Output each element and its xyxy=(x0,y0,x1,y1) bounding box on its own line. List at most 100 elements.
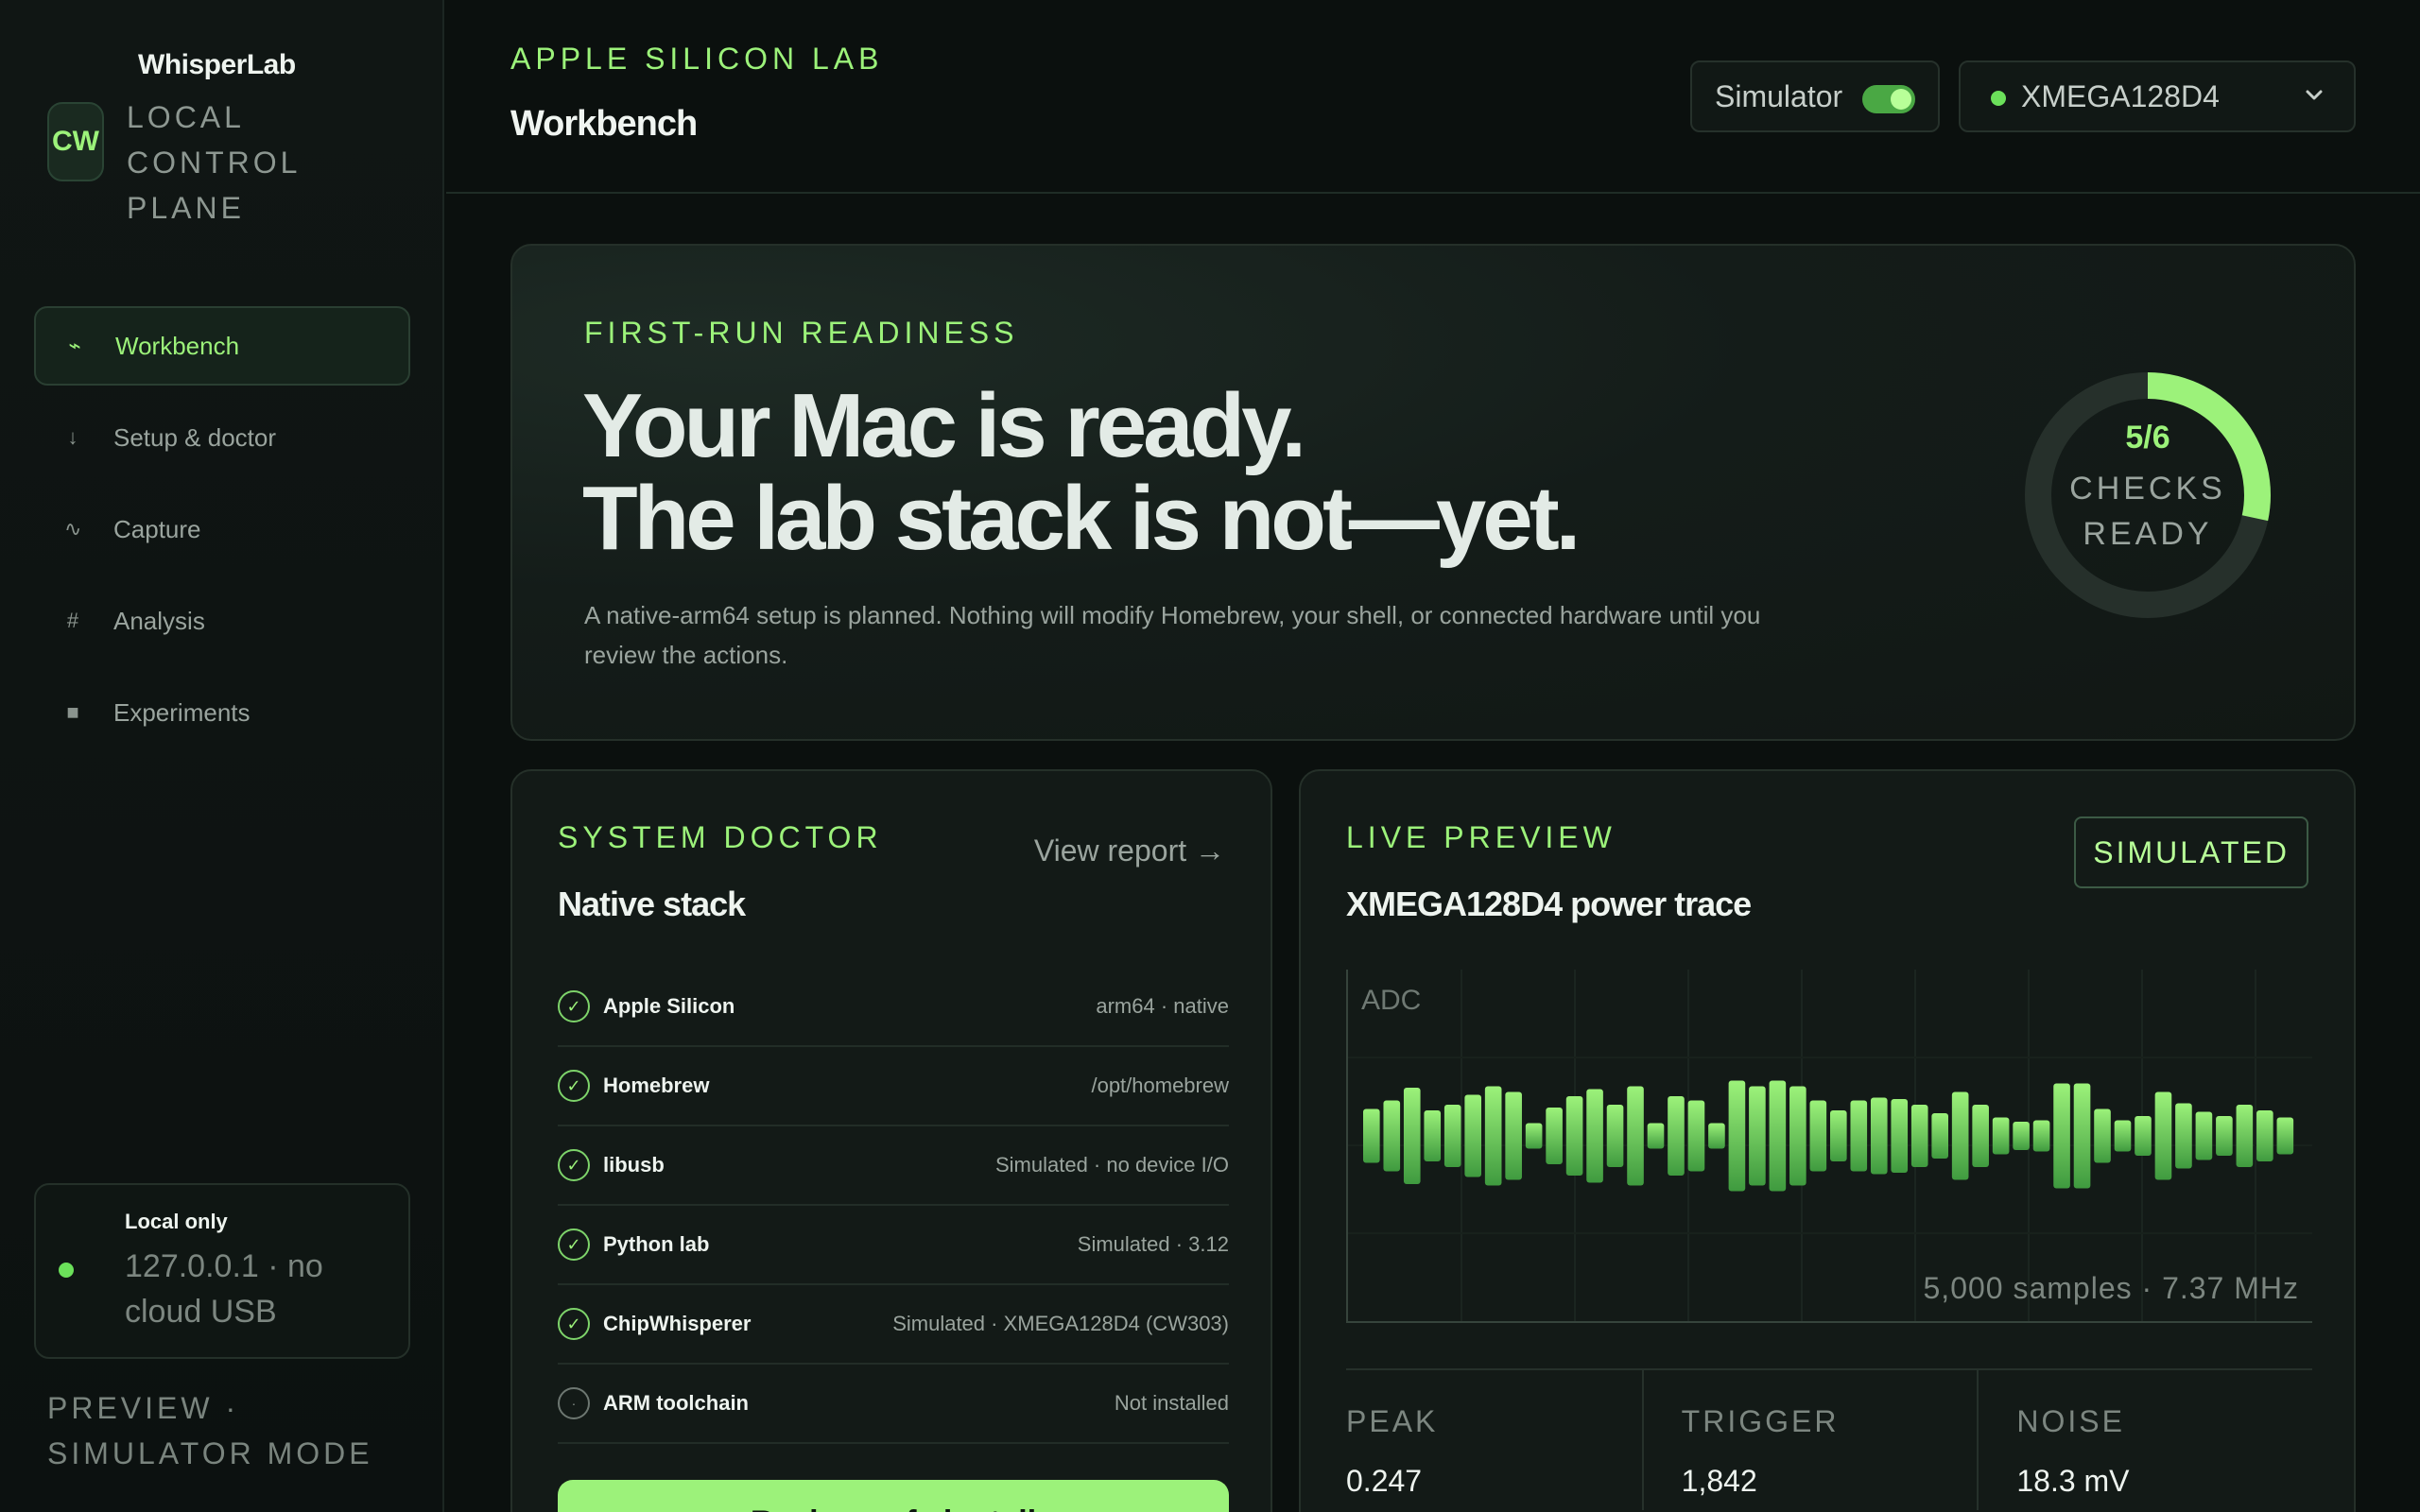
hero-title-line2: The lab stack is not—yet. xyxy=(582,468,1581,569)
brand-logo: CW xyxy=(47,102,104,181)
trace-bar xyxy=(1931,1113,1949,1159)
device-select-value: XMEGA128D4 xyxy=(2021,78,2220,113)
check-row: ✓ libusb Simulated · no device I/O xyxy=(558,1126,1229,1206)
trace-bar xyxy=(1627,1086,1644,1186)
preview-mode-label: PREVIEW · SIMULATOR MODE xyxy=(47,1391,373,1470)
trace-bar xyxy=(1910,1105,1928,1167)
trace-bar xyxy=(1972,1105,1989,1167)
stat-trigger: TRIGGER 1,842 xyxy=(1644,1370,1979,1510)
check-circle-icon: ✓ xyxy=(558,1070,590,1102)
trace-bar xyxy=(1809,1100,1827,1172)
trace-bar xyxy=(1484,1086,1502,1186)
review-install-button[interactable]: Review safe install xyxy=(558,1480,1229,1512)
stat-label: PEAK xyxy=(1346,1404,1439,1438)
trace-bar xyxy=(1443,1105,1461,1167)
trace-bar xyxy=(1830,1110,1847,1161)
local-status-box: Local only 127.0.0.1 · no cloud USB xyxy=(34,1183,410,1359)
doctor-checks: ✓ Apple Silicon arm64 · native ✓ Homebre… xyxy=(558,968,1229,1444)
trace-bar xyxy=(1870,1097,1888,1175)
trace-bar xyxy=(1789,1086,1806,1186)
stat-label: TRIGGER xyxy=(1681,1404,1840,1438)
sidebar-item-label: Analysis xyxy=(113,606,205,635)
check-circle-icon: ✓ xyxy=(558,990,590,1022)
trace-bar xyxy=(1769,1080,1787,1192)
simulator-toggle[interactable]: Simulator xyxy=(1690,60,1940,132)
trace-bar xyxy=(2114,1120,2132,1152)
page-title: Workbench xyxy=(510,104,698,144)
system-doctor-card: SYSTEM DOCTOR View report → Native stack… xyxy=(510,769,1272,1512)
trace-bar xyxy=(1525,1123,1543,1149)
stat-label: NOISE xyxy=(2016,1404,2125,1438)
trace-bar xyxy=(1363,1108,1380,1163)
power-trace: ADC 5,000 samples · 7.37 MHz xyxy=(1346,970,2312,1323)
check-circle-icon: ✓ xyxy=(558,1228,590,1261)
hero-eyebrow: FIRST-RUN READINESS xyxy=(584,316,1019,350)
download-icon: ↓ xyxy=(67,425,78,449)
brand-text: WhisperLab LOCAL CONTROL PLANE xyxy=(127,49,316,231)
check-circle-icon: ✓ xyxy=(558,1308,590,1340)
trace-bar xyxy=(1951,1091,1969,1180)
trace-bar xyxy=(2073,1083,2091,1189)
sidebar-item-analysis[interactable]: # Analysis xyxy=(34,581,410,661)
stat-peak: PEAK 0.247 xyxy=(1346,1370,1644,1510)
trace-bar xyxy=(1668,1096,1685,1176)
trace-bar xyxy=(2175,1103,2192,1169)
check-name: ChipWhisperer xyxy=(603,1312,752,1335)
simulated-badge: SIMULATED xyxy=(2074,816,2308,888)
brand: CW WhisperLab LOCAL CONTROL PLANE xyxy=(47,49,316,231)
hero-description: A native-arm64 setup is planned. Nothing… xyxy=(584,601,1761,669)
check-row: ✓ Python lab Simulated · 3.12 xyxy=(558,1206,1229,1285)
check-value: Not installed xyxy=(1114,1391,1229,1415)
trace-bar xyxy=(1687,1100,1705,1172)
trace-bar xyxy=(2094,1108,2111,1163)
sidebar-item-capture[interactable]: ∿ Capture xyxy=(34,490,410,569)
trace-bar xyxy=(1565,1096,1583,1176)
stat-value: 18.3 mV xyxy=(2016,1464,2130,1498)
trace-axis-label: ADC xyxy=(1361,985,1422,1016)
trace-bar xyxy=(1424,1110,1442,1161)
header-eyebrow: APPLE SILICON LAB xyxy=(510,42,884,76)
local-detail: 127.0.0.1 · no cloud USB xyxy=(125,1248,323,1330)
sidebar-item-experiments[interactable]: ■ Experiments xyxy=(34,673,410,752)
trace-bar xyxy=(1546,1108,1563,1164)
trace-stats: PEAK 0.247 TRIGGER 1,842 NOISE 18.3 mV xyxy=(1346,1368,2312,1510)
trace-bar xyxy=(1383,1100,1401,1172)
check-name: Python lab xyxy=(603,1232,710,1256)
trace-bar xyxy=(2195,1111,2213,1160)
trace-bar xyxy=(1728,1080,1746,1192)
wave-icon: ∿ xyxy=(64,517,82,541)
trace-bar xyxy=(2154,1091,2172,1180)
check-row: ✓ Homebrew /opt/homebrew xyxy=(558,1047,1229,1126)
check-value: Simulated · no device I/O xyxy=(994,1153,1229,1177)
sidebar-item-label: Setup & doctor xyxy=(113,422,276,452)
local-title: Local only xyxy=(125,1210,228,1233)
pending-circle-icon: · xyxy=(558,1387,590,1419)
readiness-hero: FIRST-RUN READINESS Your Mac is ready. T… xyxy=(510,244,2356,741)
trace-bar xyxy=(1647,1123,1665,1149)
sidebar-item-workbench[interactable]: ⌁ Workbench xyxy=(34,306,410,386)
check-name: libusb xyxy=(603,1153,665,1177)
sidebar-item-label: Experiments xyxy=(113,697,251,727)
sidebar-nav: ⌁ Workbench ↓ Setup & doctor ∿ Capture #… xyxy=(34,306,410,765)
device-select[interactable]: XMEGA128D4 xyxy=(1959,60,2356,132)
toggle-switch-icon[interactable] xyxy=(1862,85,1915,113)
simulator-label: Simulator xyxy=(1715,78,1843,113)
trace-bar xyxy=(1992,1117,2010,1155)
sidebar-item-setup-doctor[interactable]: ↓ Setup & doctor xyxy=(34,398,410,477)
trace-bar xyxy=(2053,1083,2070,1189)
stat-value: 1,842 xyxy=(1681,1464,1757,1498)
trace-bar xyxy=(2276,1117,2294,1155)
live-title: XMEGA128D4 power trace xyxy=(1346,885,1752,923)
check-row: ✓ ChipWhisperer Simulated · XMEGA128D4 (… xyxy=(558,1285,1229,1365)
check-name: Homebrew xyxy=(603,1074,710,1097)
check-name: Apple Silicon xyxy=(603,994,735,1018)
trace-bar xyxy=(1505,1091,1522,1180)
trace-bar xyxy=(2135,1116,2152,1156)
brand-name: WhisperLab xyxy=(138,49,296,80)
hero-title-line1: Your Mac is ready. xyxy=(582,375,1306,476)
trace-bar xyxy=(1749,1086,1766,1186)
stat-noise: NOISE 18.3 mV xyxy=(1979,1370,2312,1510)
trace-bar xyxy=(2013,1122,2030,1150)
view-report-link[interactable]: View report → xyxy=(1034,833,1225,868)
status-dot-icon xyxy=(59,1263,74,1278)
